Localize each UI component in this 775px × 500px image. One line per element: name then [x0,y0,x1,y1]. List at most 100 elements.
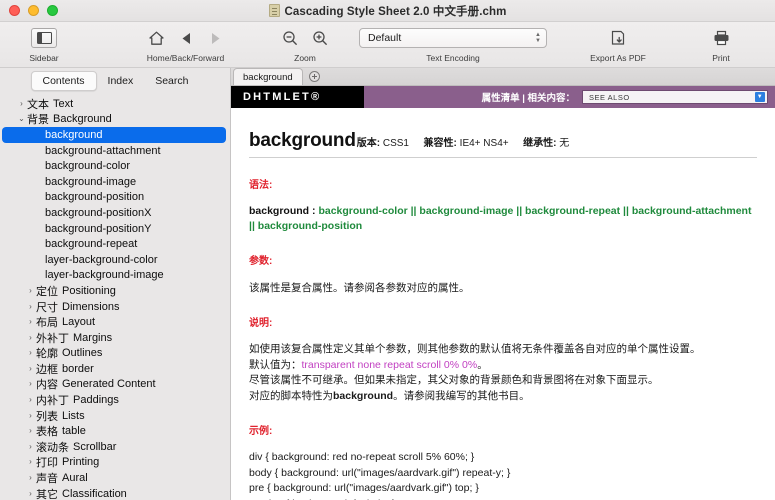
tree-item[interactable]: background-attachment [0,143,230,159]
tree-item[interactable]: background-repeat [0,236,230,252]
tree-item[interactable]: background-position [0,190,230,206]
chevron-right-icon[interactable]: › [25,474,36,482]
contents-tree[interactable]: ›文本Text⌄背景Backgroundbackground background… [0,94,230,500]
zoom-in-icon [312,30,328,46]
tree-item-label: background-attachment [45,145,161,157]
tree-item[interactable]: ›定位Positioning [0,283,230,299]
zoom-in-button[interactable] [312,30,328,46]
maximize-button[interactable] [47,5,58,16]
tree-item-label: background-color [45,160,130,172]
toolbar-group-pdf: Export As PDF [563,22,673,67]
export-pdf-button[interactable] [610,30,626,47]
tree-item-label: Text [53,98,73,110]
params-section-body: 该属性是复合属性。请参阅各参数对应的属性。 [249,280,757,296]
chevron-right-icon[interactable]: › [25,287,36,295]
sidebar-tab-contents[interactable]: Contents [31,71,97,91]
toolbar: Sidebar Ho [0,22,775,68]
forward-button[interactable] [208,31,223,46]
chevron-down-icon[interactable]: ⌄ [16,115,27,123]
tree-item-label-cn: 列表 [36,408,58,424]
sidebar-tab-search[interactable]: Search [144,72,199,90]
tree-item-label-cn: 声音 [36,470,58,486]
print-label: Print [712,53,729,63]
example-line: pre { background: url("images/aardvark.g… [249,481,757,497]
document-tab[interactable]: background [233,68,303,85]
tree-item[interactable]: ›表格table [0,423,230,439]
description-section-body: 如使用该复合属性定义其单个参数，则其他参数的默认值将无条件覆盖各自对应的单个属性… [249,342,757,404]
tree-item-label-cn: 边框 [36,361,58,377]
tree-item[interactable]: ›轮廓Outlines [0,346,230,362]
chevron-right-icon[interactable]: › [25,303,36,311]
chevron-right-icon[interactable]: › [25,396,36,404]
description-line-4-bold: background [333,390,393,402]
chevron-right-icon[interactable]: › [25,380,36,388]
tree-item[interactable]: ›滚动条Scrollbar [0,439,230,455]
tree-item[interactable]: background-positionY [0,221,230,237]
tree-item-label-cn: 其它 [36,486,58,500]
home-icon [148,30,165,47]
tree-item-label-cn: 背景 [27,111,49,127]
tree-item[interactable]: ›外补丁Margins [0,330,230,346]
chevron-right-icon[interactable]: › [25,427,36,435]
tree-item-label: table [62,425,86,437]
chevron-right-icon[interactable]: › [25,458,36,466]
tree-item-selected[interactable]: background [2,127,226,143]
chevron-right-icon[interactable]: › [25,412,36,420]
examples-section-label: 示例: [249,422,757,437]
window-title: Cascading Style Sheet 2.0 中文手册.chm [285,3,507,19]
tree-item[interactable]: background-positionX [0,205,230,221]
text-encoding-select[interactable]: Default ▲▼ [359,28,547,48]
tree-item[interactable]: ›内容Generated Content [0,377,230,393]
sidebar-tab-index[interactable]: Index [97,72,145,90]
chevron-right-icon[interactable]: › [25,349,36,357]
home-button[interactable] [148,30,165,47]
print-button[interactable] [713,30,730,46]
chevron-right-icon[interactable]: › [25,318,36,326]
tree-item[interactable]: background-image [0,174,230,190]
toolbar-group-sidebar: Sidebar [0,22,88,67]
sidebar-toggle-button[interactable] [31,28,57,48]
export-pdf-label: Export As PDF [590,53,646,63]
tree-item[interactable]: ›布局Layout [0,314,230,330]
zoom-label: Zoom [294,53,316,63]
syntax-section-label: 语法: [249,176,757,191]
tree-item[interactable]: ›内补丁Paddings [0,392,230,408]
tree-item[interactable]: ›文本Text [0,96,230,112]
sidebar-toggle-label: Sidebar [29,53,58,63]
tree-item[interactable]: ›边框border [0,361,230,377]
tree-item[interactable]: ⌄背景Background [0,112,230,128]
example-line: body { background: url("images/aardvark.… [249,466,757,482]
chevron-right-icon[interactable]: › [16,100,27,108]
tree-item[interactable]: ›其它Classification [0,486,230,500]
tree-item[interactable]: layer-background-color [0,252,230,268]
back-button[interactable] [179,31,194,46]
sidebar-tabs: ContentsIndexSearch [0,68,230,94]
text-encoding-label: Text Encoding [426,53,479,63]
tree-item[interactable]: ›声音Aural [0,470,230,486]
description-section-label: 说明: [249,314,757,329]
tree-item[interactable]: layer-background-image [0,268,230,284]
meta-inherit-label: 继承性: [523,138,556,149]
title-bar: Cascading Style Sheet 2.0 中文手册.chm [0,0,775,22]
see-also-select[interactable]: SEE ALSO ▼ [582,90,768,104]
example-line: div { background: red no-repeat scroll 5… [249,450,757,466]
document-heading: background 版本: CSS1 兼容性: IE4+ NS4+ 继承性: … [249,130,757,158]
tree-item[interactable]: ›打印Printing [0,455,230,471]
tree-item-label: background [45,129,103,141]
tree-item[interactable]: ›列表Lists [0,408,230,424]
chevron-right-icon[interactable]: › [25,365,36,373]
zoom-out-button[interactable] [282,30,298,46]
tree-item-label: layer-background-color [45,254,158,266]
example-line: caption { background: fuchsia; } [249,497,757,500]
tree-item-label: Margins [73,332,112,344]
zoom-out-icon [282,30,298,46]
minimize-button[interactable] [28,5,39,16]
chevron-right-icon[interactable]: › [25,490,36,498]
tree-item[interactable]: background-color [0,158,230,174]
tree-item-label-cn: 轮廓 [36,345,58,361]
plus-circle-icon[interactable] [309,71,320,82]
chevron-right-icon[interactable]: › [25,443,36,451]
close-button[interactable] [9,5,20,16]
chevron-right-icon[interactable]: › [25,334,36,342]
tree-item[interactable]: ›尺寸Dimensions [0,299,230,315]
